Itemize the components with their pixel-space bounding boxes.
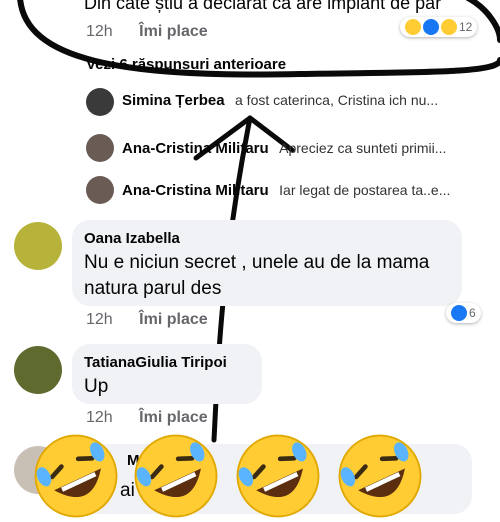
like-link[interactable]: Îmi place: [139, 311, 207, 328]
comment-text-line2: natura parul des: [84, 278, 222, 299]
comment-meta: 12h Îmi place: [86, 311, 208, 329]
like-icon: [451, 305, 467, 321]
avatar[interactable]: [86, 176, 114, 204]
view-previous-replies-link[interactable]: Vezi 6 răspunsuri anterioare: [86, 56, 286, 73]
comment-bubble: Oana Izabella Nu e niciun secret , unele…: [72, 220, 462, 306]
reply-text: Iar legat de postarea ta..e...: [279, 182, 451, 198]
comment-time: 12h: [86, 23, 113, 40]
like-link[interactable]: Îmi place: [139, 409, 207, 426]
reply-text: Apreciez ca sunteti primii...: [279, 140, 447, 156]
laughing-icon: [405, 19, 421, 35]
avatar[interactable]: [86, 134, 114, 162]
comment-text-line1: Up: [84, 376, 109, 397]
top-comment-meta: 12h Îmi place: [86, 23, 208, 41]
reaction-summary[interactable]: 6: [446, 303, 481, 323]
top-comment-text: Din câte știu a declarat că are implant …: [84, 0, 442, 13]
comment-time: 12h: [86, 409, 113, 426]
rofl-emoji: [34, 434, 118, 518]
heart-icon: [441, 19, 457, 35]
like-icon: [423, 19, 439, 35]
reaction-count: 12: [459, 20, 473, 34]
reply-text: a fost caterinca, Cristina ich nu...: [235, 92, 439, 108]
reply-item: Ana-Cristina Militaru Apreciez ca suntet…: [122, 140, 500, 174]
reply-author[interactable]: Ana-Cristina Militaru: [122, 182, 269, 199]
reaction-count: 6: [469, 306, 476, 320]
avatar[interactable]: [86, 88, 114, 116]
reply-author[interactable]: Ana-Cristina Militaru: [122, 140, 269, 157]
like-link[interactable]: Îmi place: [139, 23, 207, 40]
reply-author[interactable]: Simina Țerbea: [122, 92, 225, 109]
rofl-emoji: [134, 434, 218, 518]
comment-meta: 12h Îmi place: [86, 409, 208, 427]
comment-author[interactable]: TatianaGiulia Tiripoi: [84, 354, 227, 371]
reply-item: Ana-Cristina Militaru Iar legat de posta…: [122, 182, 500, 216]
rofl-emoji: [338, 434, 422, 518]
comment-time: 12h: [86, 311, 113, 328]
reply-item: Simina Țerbea a fost caterinca, Cristina…: [122, 92, 500, 126]
avatar[interactable]: [14, 346, 62, 394]
comment-text-line1: Nu e niciun secret , unele au de la mama: [84, 252, 430, 273]
comment-author[interactable]: Oana Izabella: [84, 230, 180, 247]
reaction-summary[interactable]: 12: [400, 17, 478, 37]
rofl-emoji: [236, 434, 320, 518]
avatar[interactable]: [14, 222, 62, 270]
comment-bubble: TatianaGiulia Tiripoi Up: [72, 344, 262, 404]
